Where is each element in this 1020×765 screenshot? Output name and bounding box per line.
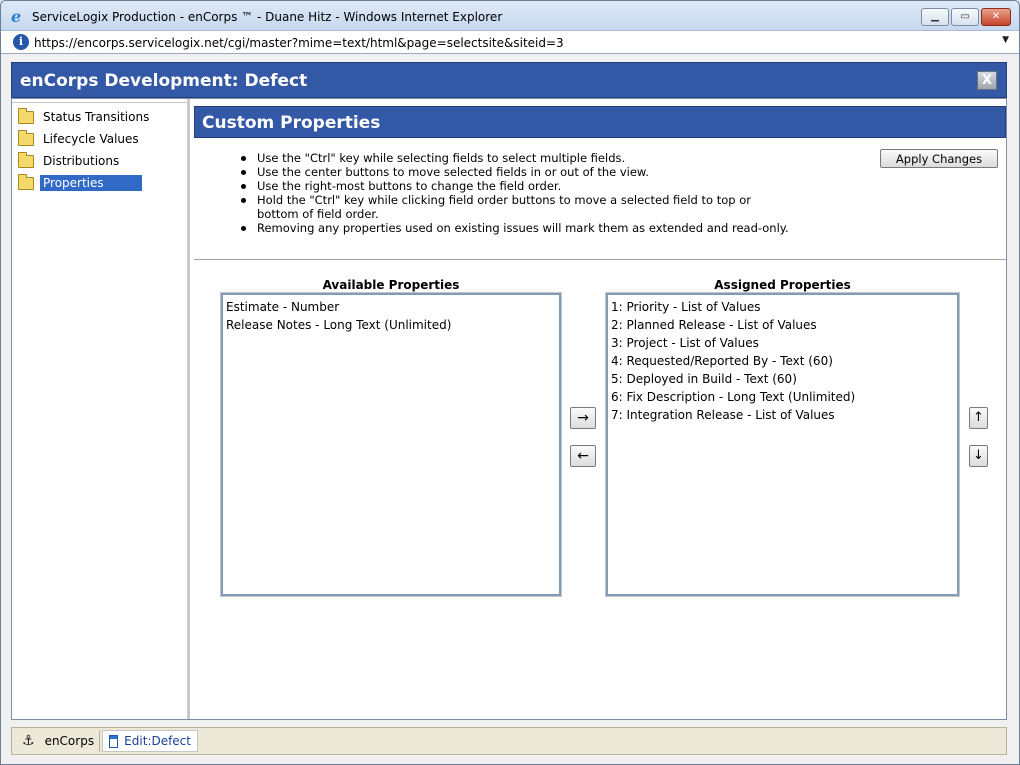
assigned-properties-list[interactable]: 1: Priority - List of Values 2: Planned …: [606, 293, 959, 596]
folder-icon: [18, 151, 34, 168]
folder-icon: [18, 173, 34, 190]
move-up-button[interactable]: ↑: [969, 407, 988, 429]
internet-explorer-icon: e: [11, 7, 22, 26]
sidebar-item-distributions[interactable]: Distributions: [18, 151, 122, 170]
sidebar-item-label: Distributions: [43, 154, 120, 168]
available-properties-label: Available Properties: [322, 278, 460, 292]
window-controls: ▁ ▭ ✕: [921, 8, 1011, 26]
list-item[interactable]: 3: Project - List of Values: [611, 334, 954, 352]
minimize-button[interactable]: ▁: [921, 8, 949, 26]
sidebar-item-properties[interactable]: Properties: [18, 173, 142, 192]
list-item[interactable]: 7: Integration Release - List of Values: [611, 406, 954, 424]
sidebar-item-label: Status Transitions: [43, 110, 150, 124]
section-divider: [194, 259, 1006, 260]
assigned-properties-label: Assigned Properties: [714, 278, 851, 292]
apply-changes-button[interactable]: Apply Changes: [880, 149, 998, 168]
address-bar[interactable]: i https://encorps.servicelogix.net/cgi/m…: [1, 31, 1019, 54]
close-dialog-button[interactable]: X: [977, 71, 997, 90]
move-down-button[interactable]: ↓: [969, 445, 988, 467]
taskbar: ⚓ enCorps Edit:Defect: [11, 727, 1007, 755]
instructions-list: Use the "Ctrl" key while selecting field…: [239, 151, 799, 235]
instruction-item: Hold the "Ctrl" key while clicking field…: [239, 193, 779, 221]
list-item[interactable]: 2: Planned Release - List of Values: [611, 316, 954, 334]
close-window-button[interactable]: ✕: [981, 8, 1011, 26]
list-item[interactable]: 5: Deployed in Build - Text (60): [611, 370, 954, 388]
content-area: Custom Properties Use the "Ctrl" key whi…: [194, 99, 1006, 719]
move-right-button[interactable]: →: [570, 407, 596, 429]
window-title: ServiceLogix Production - enCorps ™ - Du…: [32, 10, 503, 24]
instruction-item: Use the "Ctrl" key while selecting field…: [239, 151, 799, 165]
sidebar-item-status-transitions[interactable]: Status Transitions: [18, 107, 152, 126]
main-panel: Status Transitions Lifecycle Values Dist…: [11, 98, 1007, 720]
list-item[interactable]: Release Notes - Long Text (Unlimited): [226, 316, 556, 334]
move-left-button[interactable]: ←: [570, 445, 596, 467]
folder-icon: [18, 107, 34, 124]
instruction-item: Use the center buttons to move selected …: [239, 165, 799, 179]
available-properties-list[interactable]: Estimate - Number Release Notes - Long T…: [221, 293, 561, 596]
sidebar-item-label: Lifecycle Values: [43, 132, 139, 146]
section-title: Custom Properties: [202, 113, 381, 133]
task-encorps[interactable]: ⚓ enCorps: [12, 730, 100, 752]
sidebar-item-label: Properties: [40, 175, 142, 191]
instruction-item: Removing any properties used on existing…: [239, 221, 799, 235]
info-icon: i: [13, 34, 29, 50]
list-item[interactable]: Estimate - Number: [226, 298, 556, 316]
title-bar: e ServiceLogix Production - enCorps ™ - …: [1, 1, 1019, 31]
instruction-item: Use the right-most buttons to change the…: [239, 179, 799, 193]
task-label: Edit:Defect: [124, 734, 191, 748]
list-item[interactable]: 4: Requested/Reported By - Text (60): [611, 352, 954, 370]
window-icon: [109, 734, 119, 748]
chevron-down-icon[interactable]: ▼: [1002, 35, 1009, 45]
sidebar-divider: [12, 102, 190, 103]
sidebar: Status Transitions Lifecycle Values Dist…: [12, 99, 190, 719]
task-label: enCorps: [44, 734, 95, 748]
folder-icon: [18, 129, 34, 146]
section-header: Custom Properties: [194, 106, 1006, 138]
list-item[interactable]: 6: Fix Description - Long Text (Unlimite…: [611, 388, 954, 406]
url-text[interactable]: https://encorps.servicelogix.net/cgi/mas…: [34, 36, 564, 50]
list-item[interactable]: 1: Priority - List of Values: [611, 298, 954, 316]
browser-window: e ServiceLogix Production - enCorps ™ - …: [0, 0, 1020, 765]
app-title: enCorps Development: Defect: [20, 71, 308, 91]
task-edit-defect[interactable]: Edit:Defect: [102, 730, 198, 752]
maximize-button[interactable]: ▭: [951, 8, 979, 26]
anchor-icon: ⚓: [22, 733, 35, 749]
app-header: enCorps Development: Defect X: [11, 62, 1007, 98]
sidebar-item-lifecycle-values[interactable]: Lifecycle Values: [18, 129, 142, 148]
